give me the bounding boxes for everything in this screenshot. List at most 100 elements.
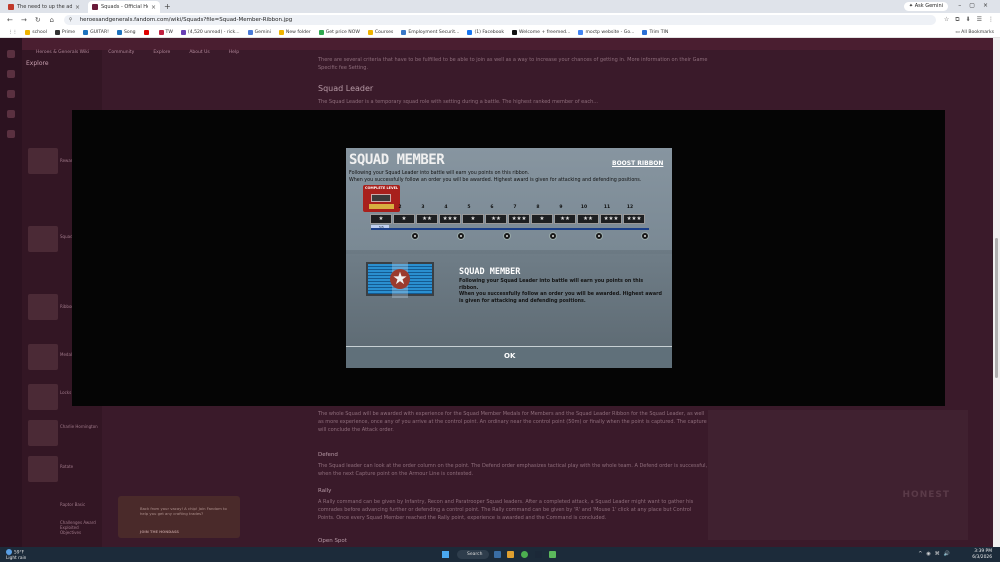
- ribbon-slot[interactable]: ★★★: [623, 214, 645, 224]
- system-tray[interactable]: ^◉⌘🔊: [918, 551, 954, 557]
- gemini-icon: ✦: [908, 3, 914, 9]
- ribbon-progress-panel: SQUAD MEMBER BOOST RIBBON Following your…: [346, 148, 672, 250]
- bookmark-favicon-icon: [642, 29, 648, 35]
- new-tab-button[interactable]: +: [164, 1, 171, 13]
- bookmark-item[interactable]: (4,520 unread) - rick...: [180, 29, 240, 35]
- chrome-icon[interactable]: [521, 551, 528, 558]
- ribbon-title: SQUAD MEMBER: [459, 267, 521, 277]
- discuss-icon[interactable]: [7, 110, 15, 118]
- forward-icon[interactable]: →: [20, 16, 28, 24]
- thumbnail[interactable]: [28, 384, 58, 410]
- wiki-nav-item[interactable]: Explore: [153, 50, 170, 55]
- promo-button[interactable]: JOIN THE HONDASS: [140, 530, 179, 534]
- home-icon[interactable]: [7, 70, 15, 78]
- steam-icon[interactable]: [535, 551, 542, 558]
- thumbnail[interactable]: [28, 344, 58, 370]
- thumbnail[interactable]: [28, 420, 58, 446]
- reload-icon[interactable]: ↻: [34, 16, 42, 24]
- ribbon-slot[interactable]: ★: [393, 214, 415, 224]
- wiki-nav-item[interactable]: About Us: [189, 50, 209, 55]
- wiki-paragraph: The Squad leader can look at the order c…: [318, 463, 708, 477]
- menu-icon[interactable]: [7, 50, 15, 58]
- close-icon[interactable]: ×: [75, 4, 80, 11]
- windows-start-icon[interactable]: [442, 551, 449, 558]
- ribbon-slot[interactable]: ★★: [485, 214, 507, 224]
- toolbar-icons[interactable]: ☆⧉⬇☰⋮: [944, 16, 1000, 24]
- ribbon-slot[interactable]: ★: [531, 214, 553, 224]
- ask-gemini-button[interactable]: ✦ Ask Gemini: [903, 2, 948, 11]
- ribbon-slot[interactable]: ★★★: [600, 214, 622, 224]
- wiki-nav-item[interactable]: Community: [108, 50, 134, 55]
- level-number: 8: [536, 205, 540, 210]
- folder-icon: [25, 29, 31, 35]
- app-icon[interactable]: [549, 551, 556, 558]
- ribbon-slot[interactable]: ★: [462, 214, 484, 224]
- level-number: 4: [444, 205, 448, 210]
- tab-2-active[interactable]: Squads - Official Heroes & Ge... ×: [88, 1, 160, 13]
- scrollbar-thumb[interactable]: [995, 238, 998, 378]
- bookmark-item[interactable]: Gemini: [247, 29, 271, 35]
- url-text: heroesandgenerals.fandom.com/wiki/Squads…: [79, 17, 293, 23]
- level-number: 3: [421, 205, 425, 210]
- bookmark-favicon-icon: [158, 29, 164, 35]
- ok-button[interactable]: OK: [504, 352, 515, 360]
- explore-icon[interactable]: [7, 90, 15, 98]
- promo-card[interactable]: Back from your vacay! A chip! Join Fando…: [118, 496, 240, 538]
- bookmark-item[interactable]: GUITAR!: [83, 29, 109, 35]
- ribbon-slot[interactable]: ★★★: [508, 214, 530, 224]
- all-bookmarks-button[interactable]: ▭ All Bookmarks: [955, 30, 994, 35]
- wiki-nav-item[interactable]: Heroes & Generals Wiki: [36, 50, 89, 55]
- tab-1[interactable]: The need to up the add theme! ×: [4, 1, 84, 13]
- wiki-nav-item[interactable]: Help: [229, 50, 239, 55]
- ribbon-slot[interactable]: ★★: [554, 214, 576, 224]
- thumbnail[interactable]: [28, 294, 58, 320]
- file-explorer-icon[interactable]: [507, 551, 514, 558]
- bookmark-item[interactable]: Prime: [54, 29, 75, 35]
- bookmark-item[interactable]: TW: [158, 29, 173, 35]
- task-view-icon[interactable]: [494, 551, 501, 558]
- bookmark-item[interactable]: (1) Facebook: [467, 29, 504, 35]
- page-scrollbar[interactable]: [993, 38, 1000, 547]
- wiki-paragraph: The Squad Leader is a temporary squad ro…: [318, 99, 599, 105]
- site-info-icon[interactable]: ⚲: [69, 15, 73, 25]
- clock[interactable]: 3:39 PM 6/3/2026: [972, 549, 992, 560]
- bookmark-item[interactable]: Song: [116, 29, 136, 35]
- close-icon[interactable]: ×: [151, 4, 156, 11]
- apps-icon[interactable]: ⋮⋮: [8, 30, 17, 35]
- boost-ribbon-link[interactable]: BOOST RIBBON: [612, 160, 663, 167]
- sidebar-label: Raptor Basic: [60, 502, 86, 507]
- thumbnail[interactable]: [28, 148, 58, 174]
- home-icon[interactable]: ⌂: [48, 16, 56, 24]
- article-image[interactable]: HONEST: [708, 410, 968, 540]
- ribbon-slot[interactable]: ★★★: [439, 214, 461, 224]
- bookmark-item[interactable]: Welcome + freemed...: [512, 29, 570, 35]
- taskbar-search[interactable]: Search: [457, 550, 489, 559]
- bookmark-item[interactable]: moctp website - Go...: [578, 29, 634, 35]
- ribbon-slot[interactable]: ★★: [577, 214, 599, 224]
- bookmark-item[interactable]: [143, 29, 151, 35]
- window-controls[interactable]: –▢×: [958, 2, 996, 9]
- weather-widget[interactable]: 59°F Light rain: [6, 549, 26, 562]
- level-number: 10: [580, 205, 588, 210]
- bookmark-favicon-icon: [318, 29, 324, 35]
- bookmark-item[interactable]: Courses: [367, 29, 393, 35]
- ribbon-slot[interactable]: ★★: [416, 214, 438, 224]
- ribbon-slot[interactable]: ★: [370, 214, 392, 224]
- tab-bar: The need to up the add theme! × Squads -…: [0, 0, 1000, 13]
- bookmark-item[interactable]: school: [25, 29, 47, 35]
- bookmark-favicon-icon: [401, 29, 407, 35]
- thumbnail[interactable]: [28, 226, 58, 252]
- shop-icon[interactable]: [7, 130, 15, 138]
- promo-text: Back from your vacay! A chip! Join Fando…: [140, 506, 227, 516]
- back-icon[interactable]: ←: [6, 16, 14, 24]
- thumbnail[interactable]: [28, 456, 58, 482]
- address-bar[interactable]: ⚲ heroesandgenerals.fandom.com/wiki/Squa…: [63, 15, 936, 25]
- level-number: 12: [626, 205, 634, 210]
- complete-level-label: COMPLETE LEVEL: [364, 186, 399, 190]
- bookmark-item[interactable]: Trim TIN: [642, 29, 668, 35]
- level-numbers: 2 3 4 5 6 7 8 9 10 11 12: [368, 205, 668, 213]
- bookmark-item[interactable]: New folder: [278, 29, 311, 35]
- bookmark-item[interactable]: Employment Securit...: [401, 29, 459, 35]
- bookmark-item[interactable]: Get price NOW: [318, 29, 360, 35]
- dialog-footer: OK: [346, 346, 672, 368]
